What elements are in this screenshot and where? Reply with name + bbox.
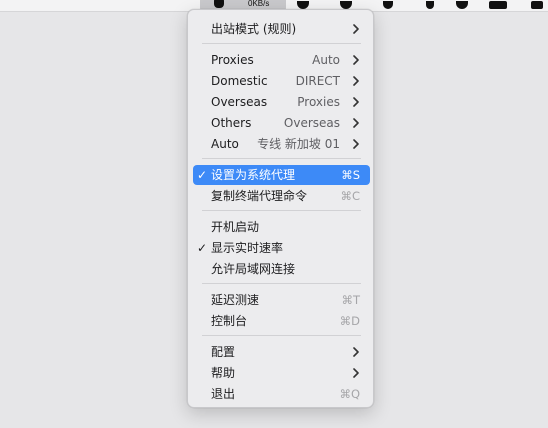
chevron-right-icon [352,139,362,149]
proxy-group-selected: DIRECT [295,74,340,88]
battery-icon[interactable] [488,0,508,10]
menu-item-latency-test[interactable]: 延迟测速 ⌘T [193,290,370,310]
menu-item-set-system-proxy[interactable]: ✓ 设置为系统代理 ⌘S [193,165,370,185]
chevron-right-icon [352,368,362,378]
proxy-group-name: Auto [211,137,239,151]
proxy-group-selected: Proxies [297,95,340,109]
menu-item-label: 配置 [211,345,236,359]
menu-item-label: 控制台 [211,314,248,328]
menu-item-help[interactable]: 帮助 [193,363,370,383]
proxy-group-name: Domestic [211,74,268,88]
chevron-right-icon [352,118,362,128]
chevron-right-icon [352,24,362,34]
keyboard-shortcut: ⌘C [340,189,360,203]
menu-item-label: 出站模式 (规则) [211,22,297,36]
checkmark-icon: ✓ [197,241,208,255]
proxy-group-selected: Auto [312,53,340,67]
menu-item-dashboard[interactable]: 控制台 ⌘D [193,311,370,331]
chevron-right-icon [352,76,362,86]
wifi-icon[interactable] [423,0,437,10]
menu-separator [202,43,361,44]
proxy-group-name: Proxies [211,53,254,67]
keyboard-shortcut: ⌘Q [339,387,360,401]
menu-item-label: 设置为系统代理 [211,168,296,182]
menu-item-label: 退出 [211,387,236,401]
proxy-group-selected: 专线 新加坡 01 [257,137,340,151]
menu-item-proxy-group-auto[interactable]: Auto 专线 新加坡 01 [193,134,370,154]
traffic-speed: 0KB/s [248,0,270,8]
clashx-icon [214,0,224,8]
menu-item-label: 延迟测速 [211,293,260,307]
checkmark-icon: ✓ [197,168,208,182]
clashx-menu: 出站模式 (规则) Proxies Auto Domestic DIRECT O… [187,9,374,408]
volume-icon[interactable] [455,0,469,10]
menu-item-quit[interactable]: 退出 ⌘Q [193,384,370,404]
chevron-right-icon [352,55,362,65]
menu-item-label: 开机启动 [211,220,260,234]
menu-item-outbound-mode[interactable]: 出站模式 (规则) [193,19,370,39]
menu-item-proxy-group-others[interactable]: Others Overseas [193,113,370,133]
proxy-group-selected: Overseas [283,116,340,130]
proxy-group-name: Overseas [211,95,268,109]
audio-bars-icon[interactable] [381,0,395,10]
menu-item-proxy-group-domestic[interactable]: Domestic DIRECT [193,71,370,91]
menu-separator [202,210,361,211]
menu-item-show-speed[interactable]: ✓ 显示实时速率 [193,238,370,258]
chevron-right-icon [352,97,362,107]
menu-separator [202,158,361,159]
menu-item-label: 复制终端代理命令 [211,189,308,203]
menu-separator [202,283,361,284]
menu-item-launch-at-login[interactable]: 开机启动 [193,217,370,237]
chevron-right-icon [352,347,362,357]
keyboard-shortcut: ⌘D [339,314,360,328]
keyboard-shortcut: ⌘T [341,293,360,307]
menu-separator [202,335,361,336]
menu-item-copy-terminal-command[interactable]: 复制终端代理命令 ⌘C [193,186,370,206]
menu-item-config[interactable]: 配置 [193,342,370,362]
menu-item-label: 帮助 [211,366,236,380]
menu-item-label: 显示实时速率 [211,241,284,255]
menu-item-proxy-group-overseas[interactable]: Overseas Proxies [193,92,370,112]
keyboard-shortcut: ⌘S [341,168,360,182]
menu-item-proxy-group-proxies[interactable]: Proxies Auto [193,50,370,70]
proxy-group-name: Others [211,116,252,130]
menu-item-label: 允许局域网连接 [211,262,296,276]
control-center-icon[interactable] [530,0,544,10]
menu-item-allow-lan[interactable]: 允许局域网连接 [193,259,370,279]
